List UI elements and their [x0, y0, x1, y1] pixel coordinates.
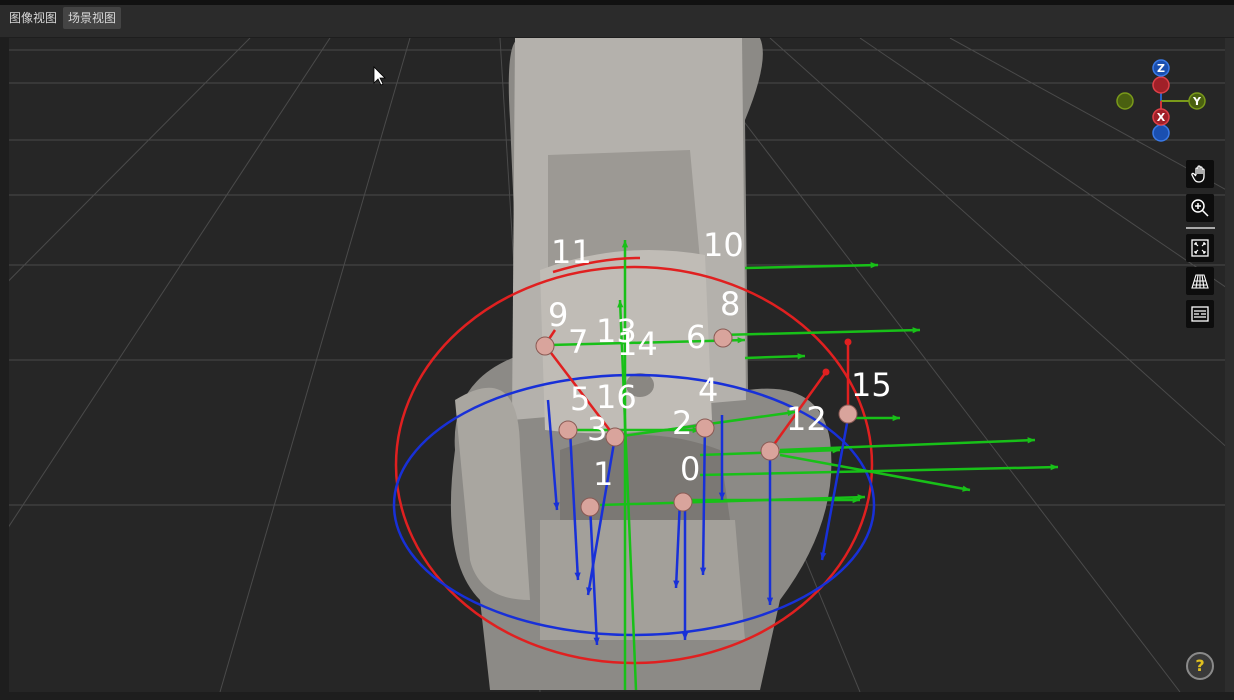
zoom-in-icon [1191, 199, 1209, 217]
grid-line [949, 38, 1225, 190]
scene-viewport[interactable]: 0 1 2 3 4 5 6 7 8 9 10 11 12 13 14 15 16 Z Y X [9, 38, 1225, 692]
robot-model [450, 38, 832, 690]
gizmo-z-label: Z [1157, 62, 1165, 75]
list-panel-icon [1191, 306, 1209, 322]
point-label-16: 16 [596, 378, 637, 416]
3d-scene[interactable]: 012345678910111213141516 Z Y X [9, 38, 1225, 692]
axis-arrow [719, 328, 921, 337]
gizmo-neg-x[interactable] [1152, 76, 1170, 94]
point-label-12: 12 [786, 400, 827, 438]
point-label-5: 5 [570, 380, 590, 418]
point-label-2: 2 [672, 404, 692, 442]
floor-grid-button[interactable] [1186, 267, 1214, 295]
pose-point[interactable] [713, 328, 733, 348]
axis-arrow [744, 354, 806, 360]
tab-image-view[interactable]: 图像视图 [4, 7, 62, 29]
arrow-head [1027, 437, 1035, 444]
pose-point[interactable] [580, 497, 600, 517]
grid-line [9, 38, 331, 528]
pan-tool-button[interactable] [1186, 160, 1214, 188]
arrow-head [912, 327, 920, 334]
pose-point[interactable] [838, 404, 858, 424]
point-label-10: 10 [703, 226, 744, 264]
point-label-1: 1 [593, 455, 613, 493]
zoom-tool-button[interactable] [1186, 194, 1214, 222]
grid-line [9, 38, 251, 282]
hand-pan-icon [1191, 165, 1205, 183]
pose-point[interactable] [558, 420, 578, 440]
fit-view-button[interactable] [1186, 234, 1214, 262]
pose-point[interactable] [535, 336, 555, 356]
arrow-head [1050, 464, 1058, 471]
toolbar-divider [1186, 227, 1215, 229]
help-button[interactable]: ? [1186, 652, 1214, 680]
tab-scene-view[interactable]: 场景视图 [63, 7, 122, 29]
view-tabs: 图像视图 场景视图 [0, 5, 1234, 37]
grid-line [859, 38, 1225, 288]
gizmo-x-label: X [1157, 111, 1166, 124]
orientation-gizmo[interactable]: Z Y X [1116, 59, 1206, 142]
pose-point[interactable] [605, 427, 625, 447]
gizmo-y-label: Y [1192, 95, 1202, 108]
fit-view-icon [1191, 239, 1209, 257]
x-axis-tip [844, 338, 852, 346]
right-edge-bar [1225, 38, 1234, 692]
x-axis-tip [822, 368, 830, 376]
list-panel-button[interactable] [1186, 300, 1214, 328]
point-label-6: 6 [686, 318, 706, 356]
point-label-9: 9 [548, 296, 568, 334]
pose-point[interactable] [695, 418, 715, 438]
pose-point[interactable] [760, 441, 780, 461]
gizmo-neg-y[interactable] [1116, 92, 1134, 110]
point-label-4: 4 [698, 371, 718, 409]
gizmo-neg-z[interactable] [1152, 124, 1170, 142]
point-label-11: 11 [551, 233, 592, 271]
point-label-0: 0 [680, 450, 700, 488]
grid-floor-icon [1191, 274, 1209, 289]
point-label-8: 8 [720, 285, 740, 323]
point-label-14: 14 [617, 325, 658, 363]
mouse-cursor-icon [373, 66, 386, 86]
point-label-7: 7 [568, 323, 588, 361]
arrow-head [892, 414, 900, 422]
arrow-head [870, 262, 878, 269]
arrow-head [797, 353, 805, 360]
pose-point[interactable] [673, 492, 693, 512]
grid-line [219, 38, 411, 692]
point-label-15: 15 [851, 366, 892, 404]
